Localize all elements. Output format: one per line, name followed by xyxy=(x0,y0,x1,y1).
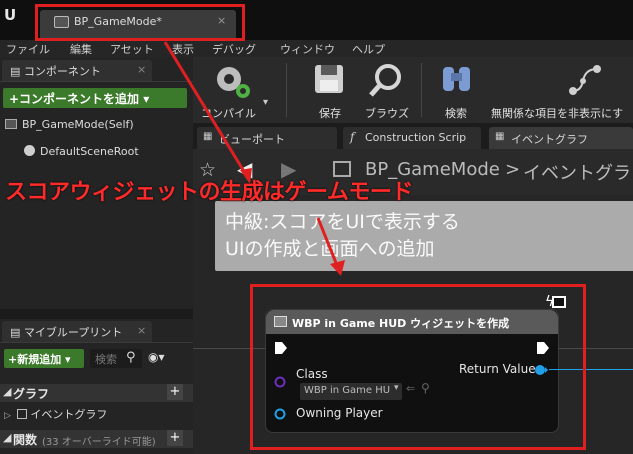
tab-highlight-box xyxy=(35,4,245,41)
node-highlight-box xyxy=(250,284,586,450)
annotation-text: スコアウィジェットの生成はゲームモード xyxy=(5,180,413,205)
unreal-editor-window: U BP_GameMode* × ファイル 編集 アセット 表示 デバッグ ウィ… xyxy=(0,0,633,454)
